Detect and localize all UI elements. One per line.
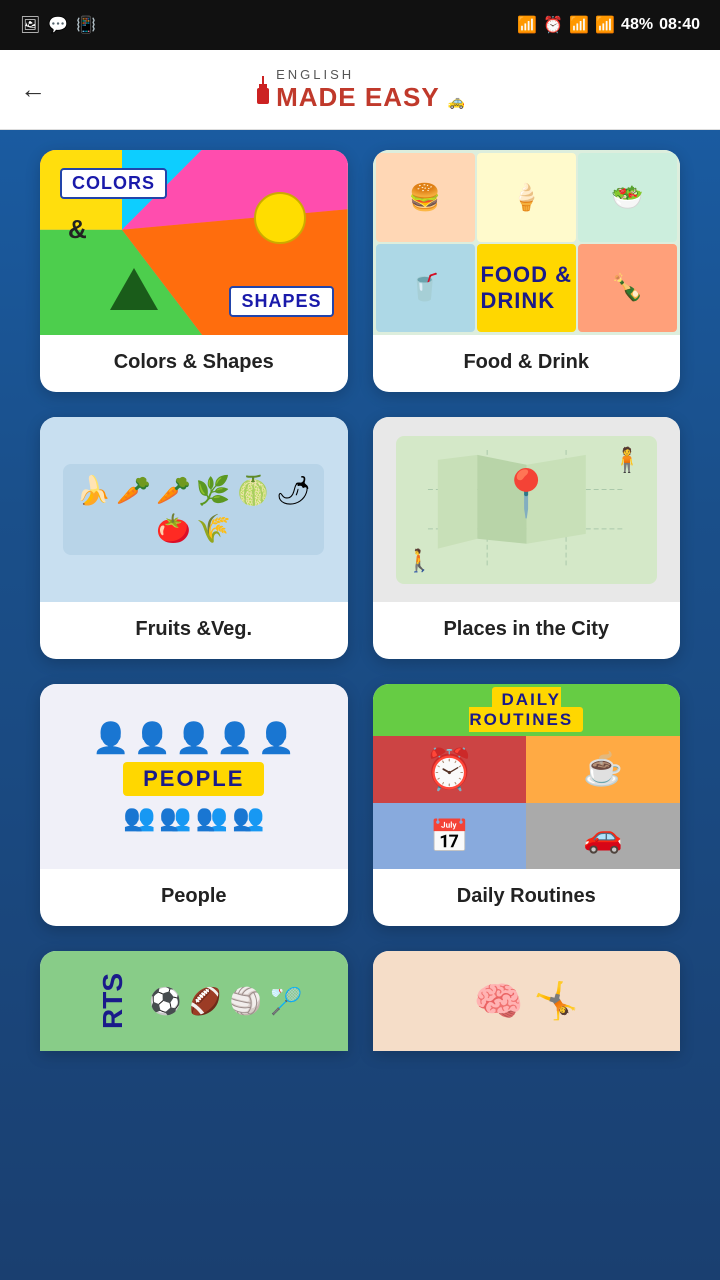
person-brown: 👥: [159, 802, 191, 833]
sports-bg-partial: RTS ⚽ 🏈 🏐 🏸: [40, 951, 348, 1051]
person-purple: 👥: [123, 802, 155, 833]
fruit-carrot: 🥕: [116, 474, 151, 507]
person-blue: 👤: [134, 721, 171, 756]
fruit-tomato: 🍅: [156, 512, 191, 545]
person-teal: 👥: [196, 802, 228, 833]
body-icon: 🧠: [474, 978, 524, 1025]
card-people-label: People: [40, 869, 348, 926]
signal-icon: 📶: [595, 15, 615, 35]
daily-coffee-cell: ☕: [526, 736, 680, 803]
card-fruits-veg-image: 🍌 🥕 🥕 🌿 🍈 🌶 🍅 🌾: [40, 417, 348, 602]
sports-icon-2: 🏈: [189, 986, 221, 1017]
alarm-icon: ⏰: [543, 15, 563, 35]
battery-text: 48%: [621, 16, 653, 34]
daily-grid: DAILYROUTINES ⏰ ☕ 📅 🚗: [373, 684, 681, 869]
sports-icon-3: 🏐: [230, 986, 262, 1017]
card-fruits-veg[interactable]: 🍌 🥕 🥕 🌿 🍈 🌶 🍅 🌾 Fruits &Veg.: [40, 417, 348, 659]
daily-car-cell: 🚗: [526, 803, 680, 870]
tower-icon: [254, 76, 272, 104]
daily-calendar-cell: 📅: [373, 803, 527, 870]
food-cell-bottle: 🍾: [578, 244, 677, 333]
fruit-papaya: 🍈: [236, 474, 271, 507]
food-cell-icecream: 🍦: [477, 153, 576, 242]
wifi-icon: 📶: [569, 15, 589, 35]
card-places-city-image: 📍 🧍 🚶: [373, 417, 681, 602]
person-icon-2: 🚶: [406, 548, 433, 574]
back-button[interactable]: ←: [20, 74, 46, 105]
people-banner: PEOPLE: [123, 762, 264, 796]
card-colors-shapes-label: Colors & Shapes: [40, 335, 348, 392]
food-cell-salad: 🥗: [578, 153, 677, 242]
daily-title-banner: DAILYROUTINES: [373, 684, 681, 736]
person-orange: 👤: [175, 721, 212, 756]
card-daily-routines-label: Daily Routines: [373, 869, 681, 926]
food-drink-title-cell: FOOD &DRINK: [477, 244, 576, 333]
food-cell-drink: 🥤: [376, 244, 475, 333]
card-food-drink-label: Food & Drink: [373, 335, 681, 392]
amp-symbol: &: [68, 214, 87, 245]
card-body-partial[interactable]: 🧠 🤸: [373, 951, 681, 1051]
person-magenta: 👥: [232, 802, 264, 833]
logo-easy: EASY: [365, 82, 439, 112]
fruits-board: 🍌 🥕 🥕 🌿 🍈 🌶 🍅 🌾: [63, 464, 324, 555]
fruit-herb: 🌾: [196, 512, 231, 545]
logo-made: MADE: [276, 82, 365, 112]
app-logo: ENGLISH MADE EASY 🚕: [254, 67, 466, 113]
colors-title-block: COLORS: [60, 168, 167, 199]
category-grid: COLORS & SHAPES Colors & Shapes 🍔 🍦 🥗 🥤 …: [0, 130, 720, 1071]
voicemail-icon: 📳: [76, 15, 96, 35]
map-pin-icon: 📍: [498, 466, 555, 521]
fruit-pepper: 🌶: [276, 474, 312, 507]
person-green: 👤: [216, 721, 253, 756]
gallery-icon: 🖼: [20, 15, 40, 35]
person-pink: 👤: [92, 721, 129, 756]
daily-clock-cell: ⏰: [373, 736, 527, 803]
card-food-drink-image: 🍔 🍦 🥗 🥤 FOOD &DRINK 🍾: [373, 150, 681, 335]
status-left-icons: 🖼 💬 📳: [20, 15, 96, 35]
card-colors-shapes[interactable]: COLORS & SHAPES Colors & Shapes: [40, 150, 348, 392]
fruit-carrot2: 🥕: [156, 474, 191, 507]
people-row-bottom: 👥 👥 👥 👥: [123, 802, 265, 833]
logo-title: MADE EASY 🚕: [276, 82, 466, 113]
fruit-banana: 🍌: [76, 474, 111, 507]
card-fruits-veg-label: Fruits &Veg.: [40, 602, 348, 659]
message-icon: 💬: [48, 15, 68, 35]
status-right-icons: 📶 ⏰ 📶 📶 48% 08:40: [517, 15, 700, 35]
app-header: ← ENGLISH MADE EASY 🚕: [0, 50, 720, 130]
people-row-top: 👤 👤 👤 👤 👤: [92, 721, 295, 756]
bluetooth-icon: 📶: [517, 15, 537, 35]
food-cell-burger: 🍔: [376, 153, 475, 242]
card-people-image: 👤 👤 👤 👤 👤 PEOPLE 👥 👥 👥 👥: [40, 684, 348, 869]
body-figure-icon: 🤸: [534, 980, 579, 1022]
status-bar: 🖼 💬 📳 📶 ⏰ 📶 📶 48% 08:40: [0, 0, 720, 50]
card-people[interactable]: 👤 👤 👤 👤 👤 PEOPLE 👥 👥 👥 👥 People: [40, 684, 348, 926]
card-places-city[interactable]: 📍 🧍 🚶 Places in the City: [373, 417, 681, 659]
green-triangle: [110, 268, 158, 310]
shapes-title-block: SHAPES: [229, 286, 333, 317]
sports-icon-1: ⚽: [149, 986, 181, 1017]
people-bg: 👤 👤 👤 👤 👤 PEOPLE 👥 👥 👥 👥: [40, 684, 348, 869]
card-food-drink[interactable]: 🍔 🍦 🥗 🥤 FOOD &DRINK 🍾 Food & Drink: [373, 150, 681, 392]
logo-subtitle: ENGLISH: [276, 67, 466, 82]
card-sports-partial[interactable]: RTS ⚽ 🏈 🏐 🏸: [40, 951, 348, 1051]
card-places-city-label: Places in the City: [373, 602, 681, 659]
body-bg-partial: 🧠 🤸: [373, 951, 681, 1051]
yellow-circle: [254, 192, 306, 244]
person-icon-1: 🧍: [612, 446, 642, 475]
time-display: 08:40: [659, 16, 700, 34]
card-daily-routines[interactable]: DAILYROUTINES ⏰ ☕ 📅 🚗 Daily Routines: [373, 684, 681, 926]
person-red: 👤: [258, 721, 295, 756]
sports-icon-4: 🏸: [270, 986, 302, 1017]
card-daily-routines-image: DAILYROUTINES ⏰ ☕ 📅 🚗: [373, 684, 681, 869]
map-visual: 📍 🧍 🚶: [396, 436, 657, 584]
card-colors-shapes-image: COLORS & SHAPES: [40, 150, 348, 335]
fruit-greens: 🌿: [196, 474, 231, 507]
